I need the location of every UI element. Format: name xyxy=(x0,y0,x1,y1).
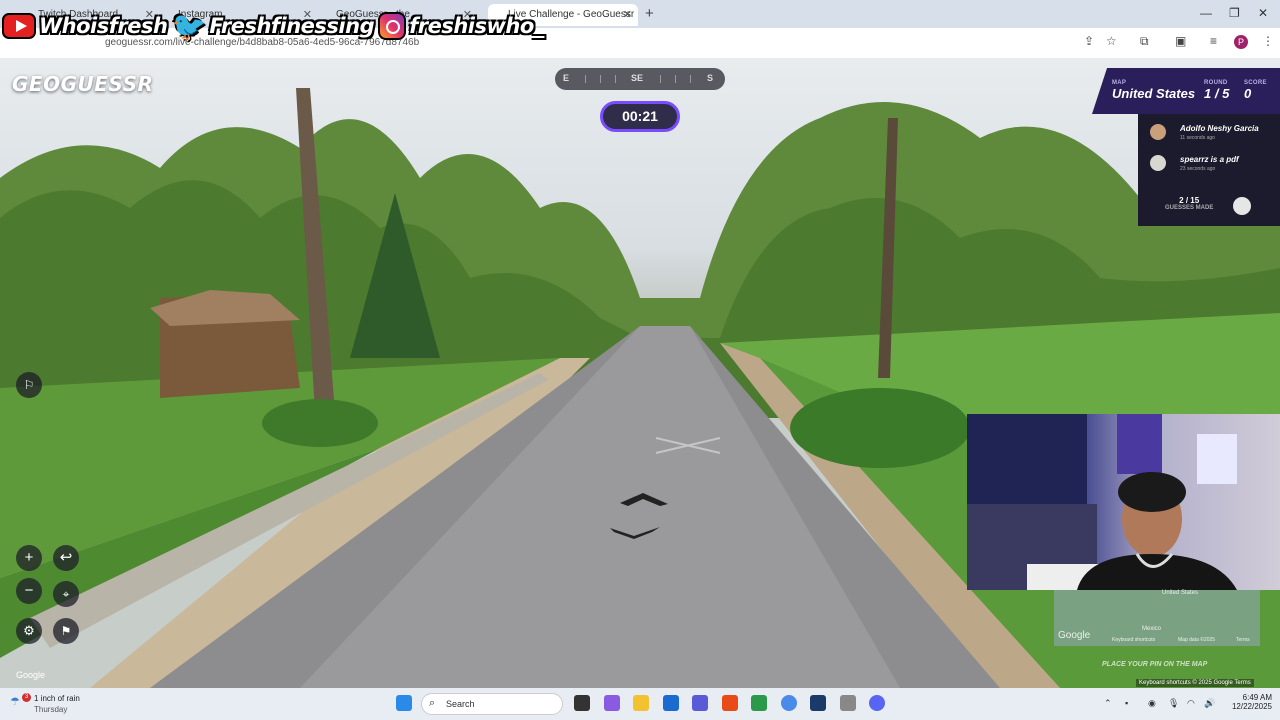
menu-icon[interactable]: ⋮ xyxy=(1262,34,1274,48)
flag-icon[interactable]: ⚑ xyxy=(53,618,79,644)
geoguessr-logo: GEOGUESSR xyxy=(12,72,154,96)
map-attribution[interactable]: Keyboard shortcuts © 2025 Google Terms xyxy=(1136,679,1254,687)
zoom-in-button[interactable]: + xyxy=(16,545,42,571)
streamer-webcam xyxy=(967,414,1280,590)
network-icon[interactable]: ◉ xyxy=(1148,698,1156,709)
system-clock[interactable]: 6:49 AM 12/22/2025 xyxy=(1222,693,1272,711)
windows-taskbar: ☂ 3 1 inch of rain Thursday ⌕ Search ⌃ ▪… xyxy=(0,688,1280,720)
round-status: ROUND 1 / 5 xyxy=(1204,80,1230,101)
score-status: SCORE 0 xyxy=(1244,80,1267,101)
notification-badge: 3 xyxy=(22,693,31,702)
avatar xyxy=(1150,155,1166,171)
close-icon[interactable]: ✕ xyxy=(623,8,632,21)
brave-icon[interactable] xyxy=(722,695,738,711)
guess-minimap[interactable]: United States Mexico Google Keyboard sho… xyxy=(1054,590,1260,646)
webcam-feed xyxy=(967,414,1237,590)
install-icon[interactable]: ⇪ xyxy=(1084,34,1094,48)
instagram-icon xyxy=(378,12,407,40)
steam-icon[interactable] xyxy=(810,695,826,711)
avatar xyxy=(1150,124,1166,140)
extensions-icon[interactable]: ⧉ xyxy=(1140,34,1149,49)
new-tab-button[interactable]: + xyxy=(645,5,654,22)
undo-move-icon[interactable]: ↩ xyxy=(53,545,79,571)
minimap-shortcuts-link[interactable]: Keyboard shortcuts xyxy=(1112,637,1155,643)
settings-icon[interactable] xyxy=(840,695,856,711)
compass: E SE S xyxy=(555,68,725,90)
social-overlay: Whoisfresh 🐦 Freshfinessing freshiswho_ xyxy=(2,8,544,44)
settings-gear-icon[interactable]: ⚙ xyxy=(16,618,42,644)
task-view-icon[interactable] xyxy=(574,695,590,711)
discord-icon[interactable] xyxy=(869,695,885,711)
report-icon[interactable]: ⚐ xyxy=(16,372,42,398)
bookmark-star-icon[interactable]: ☆ xyxy=(1106,34,1117,48)
search-icon: ⌕ xyxy=(429,697,436,709)
game-status-panel: MAP United States ROUND 1 / 5 SCORE 0 xyxy=(1092,68,1280,114)
microphone-icon[interactable]: 🎙 xyxy=(1168,698,1179,709)
close-window-button[interactable]: ✕ xyxy=(1258,6,1268,20)
compass-right: S xyxy=(707,73,714,83)
file-explorer-icon[interactable] xyxy=(633,695,649,711)
tray-app-icon[interactable]: ▪ xyxy=(1125,698,1128,708)
tray-expand-icon[interactable]: ⌃ xyxy=(1104,698,1112,709)
downloads-icon[interactable]: ≡ xyxy=(1210,34,1217,48)
app-icon[interactable] xyxy=(751,695,767,711)
youtube-icon xyxy=(2,13,36,39)
profile-avatar[interactable]: P xyxy=(1234,35,1248,49)
compass-tick xyxy=(585,75,586,83)
instagram-handle: freshiswho_ xyxy=(378,12,544,40)
place-pin-hint: PLACE YOUR PIN ON THE MAP xyxy=(1102,661,1208,668)
wifi-icon[interactable]: ◠ xyxy=(1187,698,1195,709)
store-icon[interactable] xyxy=(663,695,679,711)
google-watermark: Google xyxy=(16,670,46,680)
compass-tick xyxy=(615,75,616,83)
compass-left: E xyxy=(563,73,570,83)
compass-tick xyxy=(690,75,691,83)
copilot-icon[interactable] xyxy=(604,695,620,711)
zoom-out-button[interactable]: − xyxy=(16,578,42,604)
compass-tick xyxy=(660,75,661,83)
youtube-handle: Whoisfresh xyxy=(2,13,168,39)
teams-icon[interactable] xyxy=(692,695,708,711)
guess-indicator-icon xyxy=(1233,197,1251,215)
minimap-terms-link[interactable]: Terms xyxy=(1236,637,1250,643)
twitter-icon: 🐦 xyxy=(171,10,207,42)
compass-center: SE xyxy=(631,73,644,83)
compass-tick xyxy=(600,75,601,83)
chrome-icon[interactable] xyxy=(781,695,797,711)
minimize-button[interactable]: — xyxy=(1200,6,1212,20)
media-icon[interactable]: ▣ xyxy=(1175,34,1186,48)
restore-button[interactable]: ❐ xyxy=(1229,6,1240,20)
map-status: MAP United States xyxy=(1112,80,1196,101)
rain-icon: ☂ xyxy=(10,696,20,708)
guesses-counter: 2 / 15 GUESSES MADE xyxy=(1165,196,1214,211)
volume-icon[interactable]: 🔊 xyxy=(1204,698,1215,709)
taskbar-search[interactable]: ⌕ Search xyxy=(421,693,563,715)
round-timer: 00:21 xyxy=(600,101,680,132)
twitter-handle: 🐦 Freshfinessing xyxy=(171,10,375,42)
windows-start-icon[interactable] xyxy=(396,695,412,711)
return-to-start-icon[interactable]: ⌖ xyxy=(53,581,79,607)
compass-tick xyxy=(675,75,676,83)
